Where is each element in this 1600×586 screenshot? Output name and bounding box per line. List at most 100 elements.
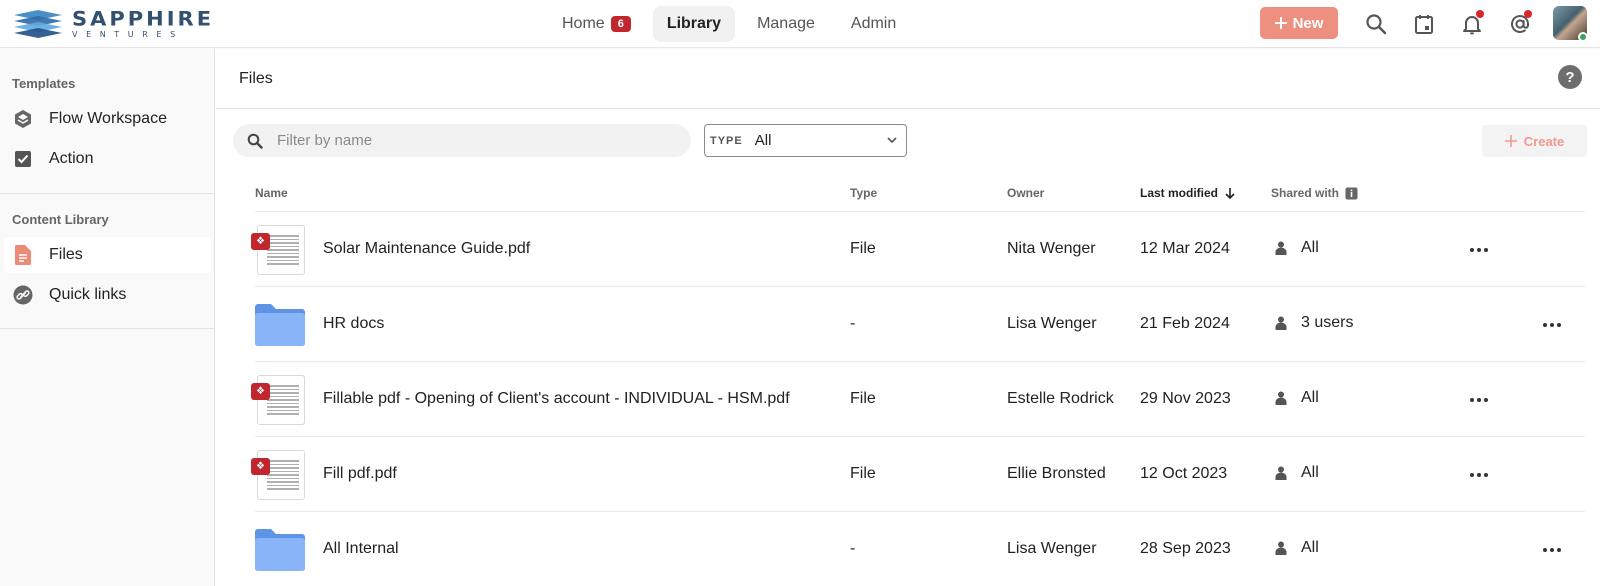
column-header-owner[interactable]: Owner <box>1007 186 1044 200</box>
nav-manage[interactable]: Manage <box>743 6 829 42</box>
filter-by-name-input[interactable] <box>277 132 657 149</box>
type-filter-value: All <box>754 132 772 149</box>
nav-admin-label: Admin <box>850 15 897 32</box>
sidebar-item-flow-workspace[interactable]: Flow Workspace <box>4 101 211 137</box>
table-row[interactable]: ❖ Solar Maintenance Guide.pdf File Nita … <box>251 212 1585 287</box>
person-icon <box>1275 466 1287 480</box>
file-modified: 21 Feb 2024 <box>1140 315 1230 332</box>
sidebar-item-label: Flow Workspace <box>49 110 167 127</box>
file-owner: Lisa Wenger <box>1007 315 1097 332</box>
sidebar-item-label: Files <box>49 246 83 263</box>
column-header-name[interactable]: Name <box>255 186 288 200</box>
nav-library[interactable]: Library <box>652 6 736 42</box>
row-more-button[interactable] <box>1538 540 1566 560</box>
sidebar-divider <box>0 193 215 194</box>
mention-dot <box>1524 10 1532 18</box>
file-owner: Nita Wenger <box>1007 240 1096 257</box>
column-header-label: Last modified <box>1140 186 1219 200</box>
notification-dot <box>1476 10 1484 18</box>
file-owner: Estelle Rodrick <box>1007 390 1114 407</box>
sidebar-item-label: Quick links <box>49 286 127 303</box>
shared-with: All <box>1275 539 1319 557</box>
folder-thumbnail <box>255 300 305 350</box>
brand-logo[interactable]: SAPPHIRE VENTURES <box>12 8 236 40</box>
search-icon <box>247 133 263 149</box>
table-row[interactable]: ❖ Fill pdf.pdf File Ellie Bronsted 12 Oc… <box>251 437 1585 512</box>
file-modified: 28 Sep 2023 <box>1140 540 1231 557</box>
file-modified: 29 Nov 2023 <box>1140 390 1231 407</box>
sort-arrow-down-icon <box>1225 188 1235 199</box>
layers-icon <box>12 108 34 130</box>
column-header-label: Owner <box>1007 186 1045 200</box>
folder-icon <box>255 529 305 571</box>
row-more-button[interactable] <box>1465 240 1493 260</box>
page-title: Files <box>239 70 273 87</box>
sapphire-logo-icon <box>14 10 62 38</box>
sidebar-section-templates: Templates <box>12 76 76 91</box>
table-row[interactable]: ❖ Fillable pdf - Opening of Client's acc… <box>251 362 1585 437</box>
type-filter-label: TYPE <box>710 134 743 147</box>
pdf-icon: ❖ <box>251 458 270 475</box>
shared-with: All <box>1275 239 1319 257</box>
column-header-shared-with[interactable]: Shared with <box>1271 186 1358 200</box>
nav-library-label: Library <box>666 15 722 32</box>
brand-name: SAPPHIRE <box>72 7 215 31</box>
sidebar-item-quick-links[interactable]: Quick links <box>4 277 211 313</box>
sidebar-item-label: Action <box>49 150 94 167</box>
person-icon <box>1275 316 1287 330</box>
notifications-button[interactable] <box>1458 10 1486 38</box>
file-modified: 12 Oct 2023 <box>1140 465 1228 482</box>
shared-with: All <box>1275 389 1319 407</box>
sidebar-item-action[interactable]: Action <box>4 141 211 177</box>
pdf-thumbnail: ❖ <box>251 450 305 500</box>
nav-home[interactable]: Home 6 <box>548 6 645 42</box>
top-bar: SAPPHIRE VENTURES Home 6 Library Manage … <box>0 0 1600 48</box>
nav-manage-label: Manage <box>757 15 815 32</box>
file-name[interactable]: All Internal <box>323 540 399 558</box>
brand-subtitle: VENTURES <box>72 30 184 39</box>
table-row[interactable]: HR docs - Lisa Wenger 21 Feb 2024 3 user… <box>255 287 1585 362</box>
sidebar: Templates Flow Workspace Action Content … <box>0 49 215 586</box>
column-header-type[interactable]: Type <box>850 186 877 200</box>
file-name[interactable]: Solar Maintenance Guide.pdf <box>323 240 530 258</box>
row-more-button[interactable] <box>1538 315 1566 335</box>
file-type: - <box>850 315 856 332</box>
folder-thumbnail <box>255 525 305 575</box>
table-row[interactable]: All Internal - Lisa Wenger 28 Sep 2023 A… <box>255 512 1585 586</box>
file-owner: Lisa Wenger <box>1007 540 1097 557</box>
file-type: File <box>850 240 876 257</box>
new-button[interactable]: New <box>1260 7 1338 39</box>
file-type: File <box>850 390 876 407</box>
shared-with-label: All <box>1301 539 1319 556</box>
search-icon <box>1366 14 1387 35</box>
row-more-button[interactable] <box>1465 465 1493 485</box>
shared-with-label: All <box>1301 464 1319 481</box>
mentions-button[interactable] <box>1506 10 1534 38</box>
online-status-dot <box>1578 32 1588 42</box>
search-button[interactable] <box>1362 10 1390 38</box>
main-header: Files ? <box>216 49 1600 109</box>
folder-icon <box>255 304 305 346</box>
column-header-label: Type <box>850 186 878 200</box>
help-icon[interactable]: ? <box>1558 65 1582 89</box>
shared-with-label: All <box>1301 239 1319 256</box>
pdf-thumbnail: ❖ <box>251 375 305 425</box>
column-header-last-modified[interactable]: Last modified <box>1140 186 1236 200</box>
person-icon <box>1275 541 1287 555</box>
file-modified: 12 Mar 2024 <box>1140 240 1230 257</box>
create-button[interactable]: Create <box>1482 125 1587 157</box>
shared-with: 3 users <box>1275 314 1353 332</box>
type-filter-select[interactable]: TYPE All <box>704 124 907 157</box>
plus-icon <box>1274 17 1287 29</box>
row-more-button[interactable] <box>1465 390 1493 410</box>
new-button-label: New <box>1292 14 1324 32</box>
sidebar-section-content-library: Content Library <box>12 212 109 227</box>
nav-admin[interactable]: Admin <box>837 6 910 42</box>
pdf-icon: ❖ <box>251 383 270 400</box>
sidebar-item-files[interactable]: Files <box>4 237 211 273</box>
file-name[interactable]: HR docs <box>323 315 384 333</box>
file-owner: Ellie Bronsted <box>1007 465 1106 482</box>
tasks-button[interactable] <box>1410 10 1438 38</box>
file-name[interactable]: Fillable pdf - Opening of Client's accou… <box>323 390 790 408</box>
file-name[interactable]: Fill pdf.pdf <box>323 465 397 483</box>
